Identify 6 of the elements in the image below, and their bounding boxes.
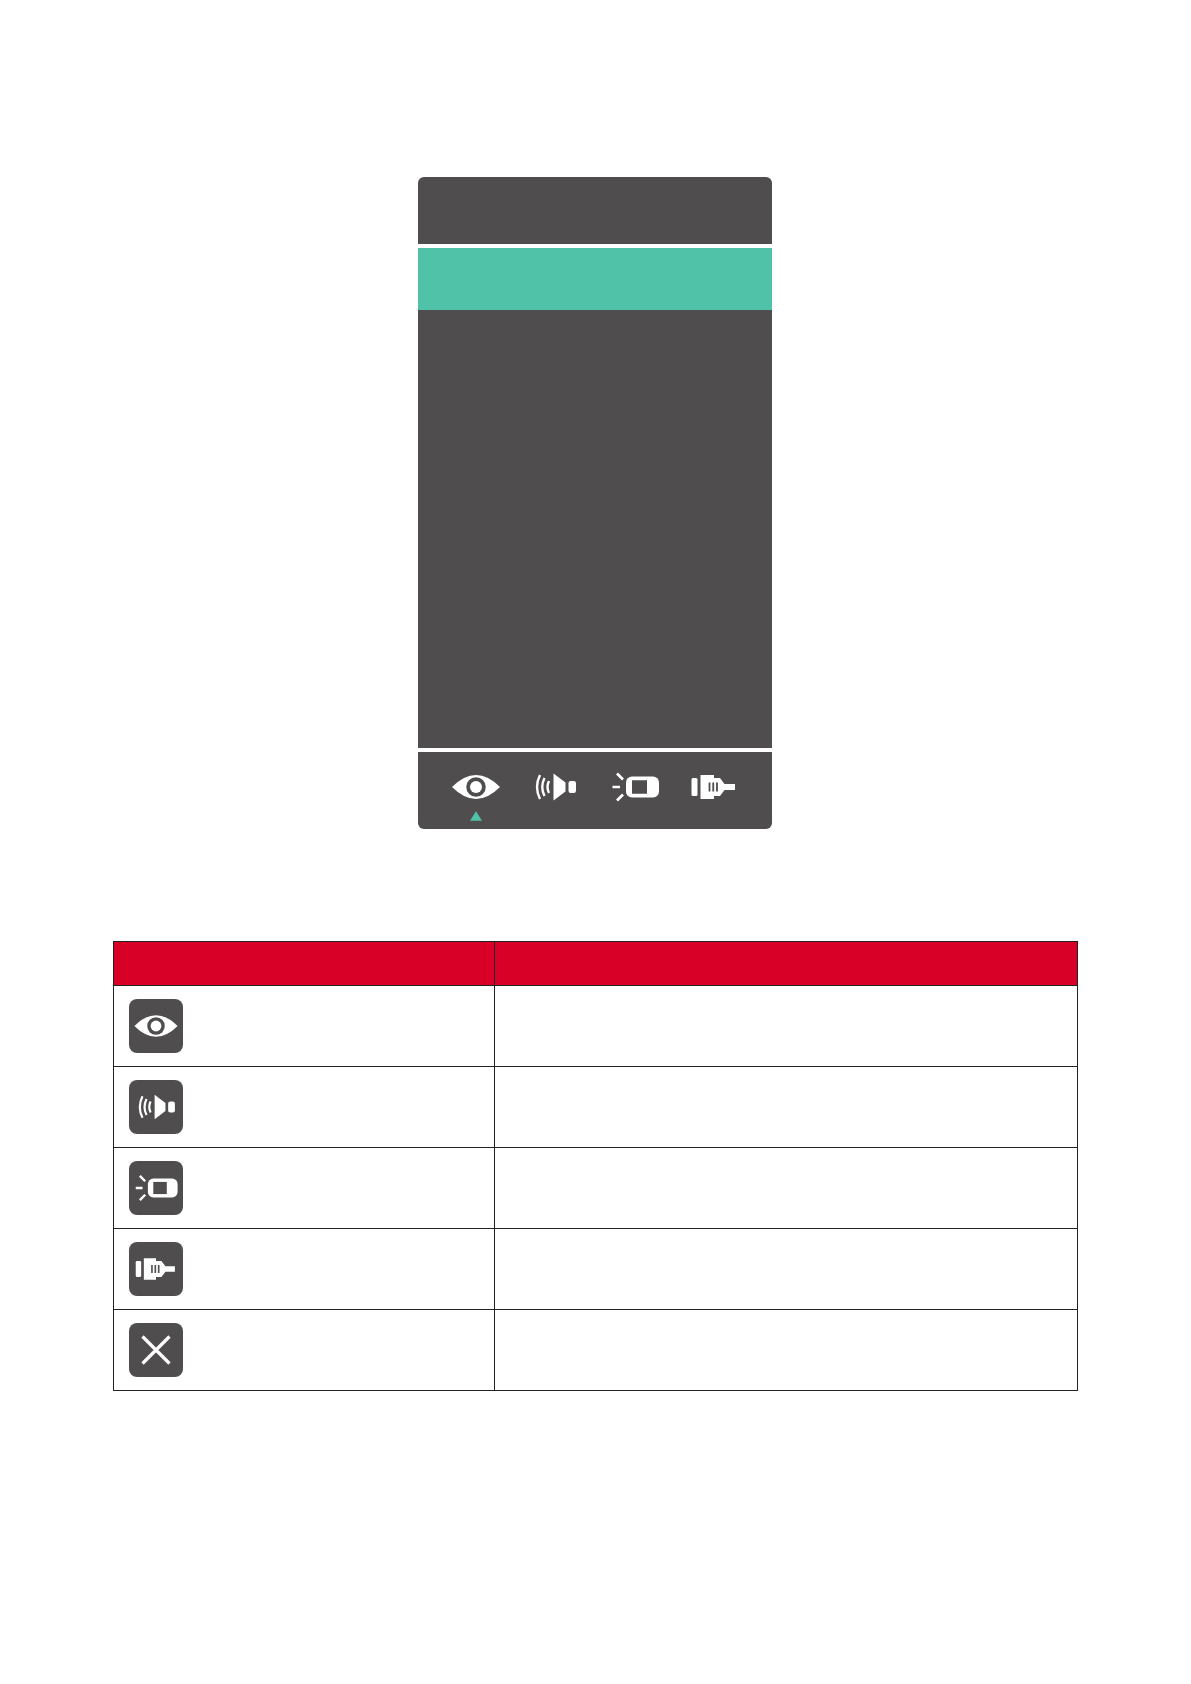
eye-icon [127,999,185,1053]
plug-icon [127,1242,185,1296]
speaker-icon [127,1080,185,1134]
caret-icon [469,811,482,821]
close-icon [127,1323,185,1377]
lamp-icon [127,1161,185,1215]
